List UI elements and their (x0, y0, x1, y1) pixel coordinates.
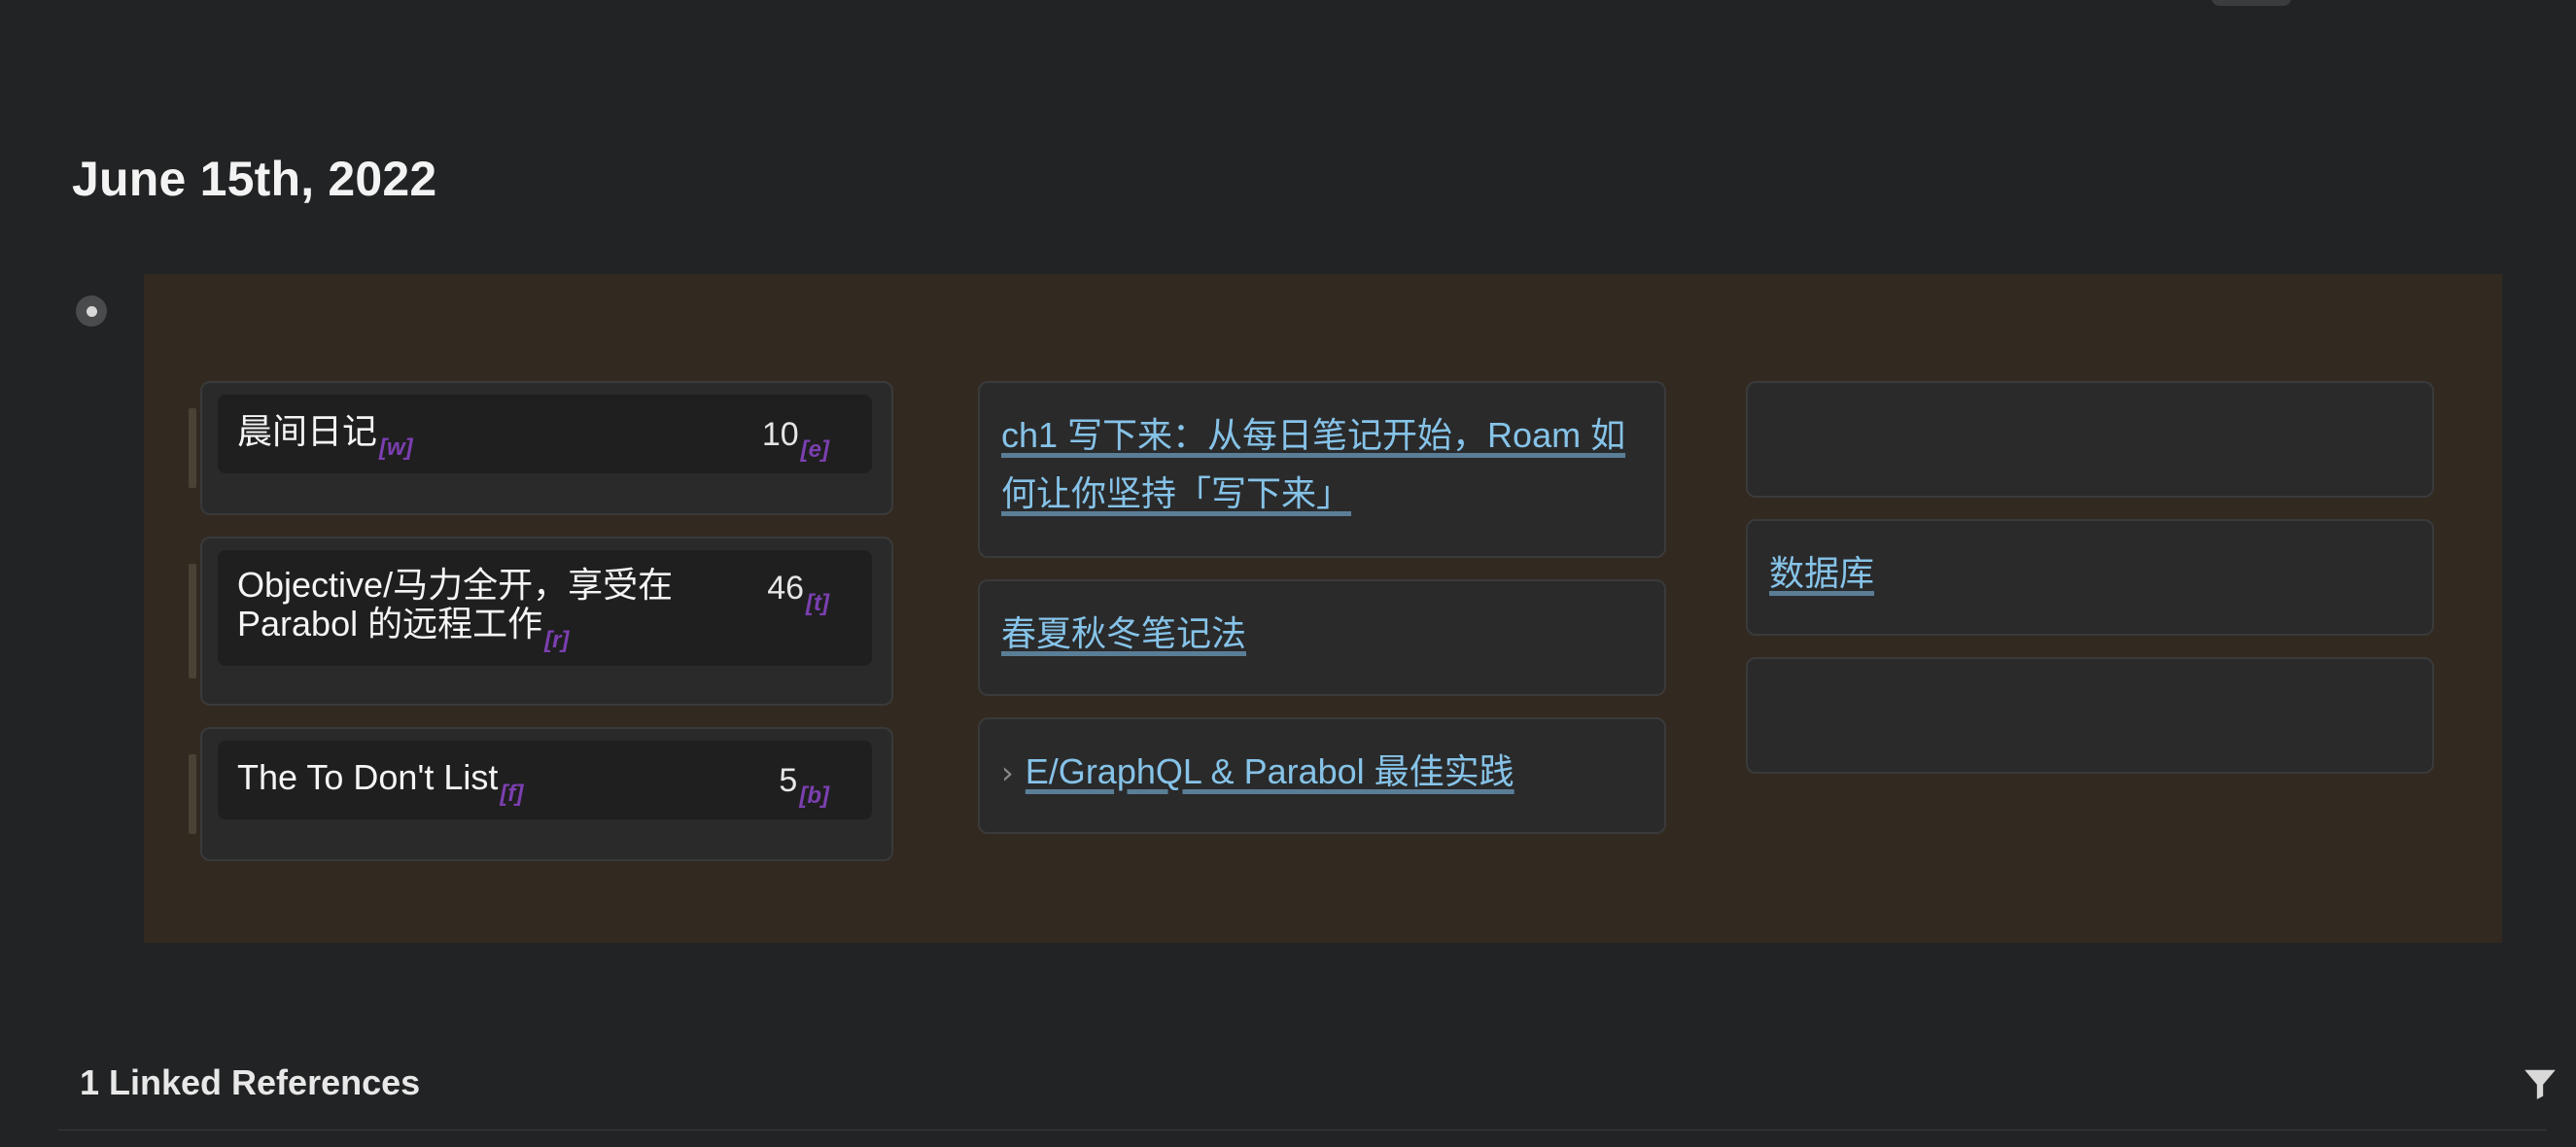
link-card[interactable]: 数据库 (1746, 519, 2434, 636)
drag-handle[interactable] (189, 564, 196, 678)
top-handle[interactable] (2211, 0, 2291, 6)
card-title[interactable]: 晨间日记[w] (237, 411, 413, 462)
card-title[interactable]: Objective/马力全开，享受在 Parabol 的远程工作[r] (237, 565, 743, 654)
link-card[interactable]: › E/GraphQL & Parabol 最佳实践 (978, 717, 1666, 834)
kanban-card[interactable]: The To Don't List[f] 5[b] (189, 727, 893, 861)
bullet-dot (86, 305, 97, 317)
page-title[interactable]: June 15th, 2022 (72, 151, 436, 207)
card-body: Objective/马力全开，享受在 Parabol 的远程工作[r] 46[t… (218, 550, 872, 666)
board-column-links: ch1 写下来：从每日笔记开始，Roam 如何让你坚持「写下来」 春夏秋冬笔记法… (978, 381, 1666, 855)
shortcut-hint: [e] (800, 436, 829, 463)
card-title-text[interactable]: The To Don't List (237, 757, 498, 797)
shortcut-hint: [f] (500, 781, 524, 807)
empty-card[interactable] (1746, 381, 2434, 498)
link-card[interactable]: 春夏秋冬笔记法 (978, 579, 1666, 696)
board-column-right: 数据库 (1746, 381, 2434, 795)
shortcut-hint: [w] (379, 434, 413, 461)
filter-icon[interactable] (2522, 1065, 2559, 1102)
shortcut-hint: [b] (799, 782, 829, 809)
page-link[interactable]: ch1 写下来：从每日笔记开始，Roam 如何让你坚持「写下来」 (1001, 415, 1625, 513)
card-count: 5[b] (779, 758, 829, 809)
card-count-value: 5 (779, 762, 798, 799)
page-link[interactable]: 春夏秋冬笔记法 (1001, 613, 1246, 653)
card-title-text[interactable]: 晨间日记 (237, 411, 377, 451)
shortcut-hint: [t] (806, 590, 829, 616)
card-title-text[interactable]: Objective/马力全开，享受在 Parabol 的远程工作 (237, 565, 673, 643)
card-count-value: 46 (767, 570, 805, 607)
board-column-tasks: 晨间日记[w] 10[e] Objective/马力全开，享受在 Parabol… (189, 381, 893, 883)
card-count: 10[e] (761, 412, 829, 463)
card-count: 46[t] (767, 566, 829, 616)
page-link[interactable]: 数据库 (1769, 553, 1874, 593)
card-body: 晨间日记[w] 10[e] (218, 395, 872, 473)
kanban-card[interactable]: Objective/马力全开，享受在 Parabol 的远程工作[r] 46[t… (189, 537, 893, 706)
card-body: The To Don't List[f] 5[b] (218, 741, 872, 819)
chevron-right-icon[interactable]: › (1001, 754, 1014, 791)
kanban-board: 晨间日记[w] 10[e] Objective/马力全开，享受在 Parabol… (144, 274, 2502, 943)
card-count-value: 10 (761, 416, 799, 453)
kanban-card[interactable]: 晨间日记[w] 10[e] (189, 381, 893, 515)
link-card[interactable]: ch1 写下来：从每日笔记开始，Roam 如何让你坚持「写下来」 (978, 381, 1666, 558)
block-bullet[interactable] (76, 295, 107, 327)
drag-handle[interactable] (189, 408, 196, 488)
page-link[interactable]: E/GraphQL & Parabol 最佳实践 (1026, 751, 1514, 791)
drag-handle[interactable] (189, 754, 196, 834)
empty-card[interactable] (1746, 657, 2434, 774)
card-title[interactable]: The To Don't List[f] (237, 757, 523, 808)
linked-references-title[interactable]: 1 Linked References (80, 1062, 420, 1103)
shortcut-hint: [r] (544, 627, 570, 653)
